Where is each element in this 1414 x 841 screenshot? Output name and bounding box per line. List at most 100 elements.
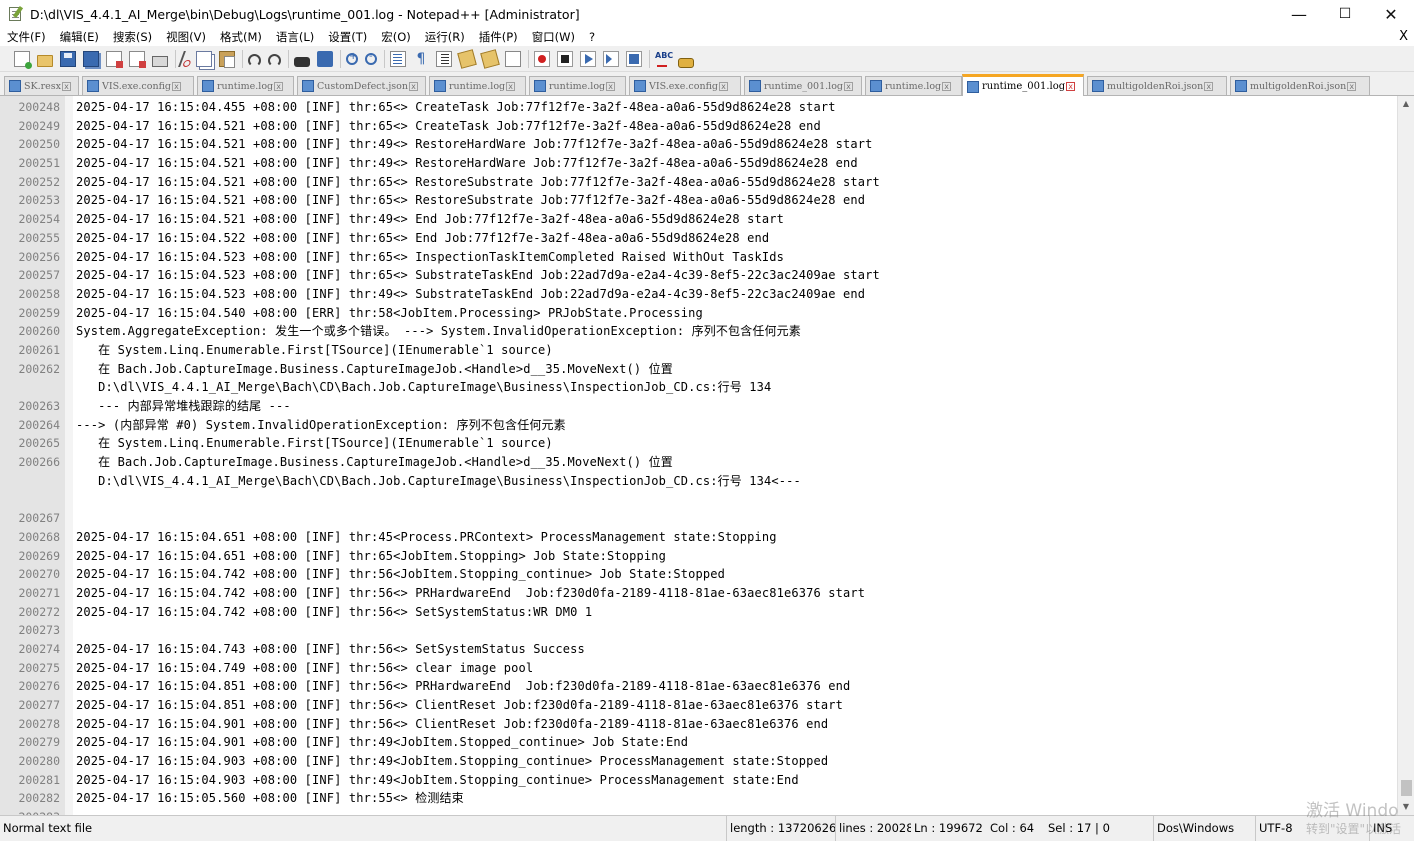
code-line[interactable]: 200248 2025-04-17 16:15:04.455 +08:00 [IN… <box>0 98 1396 117</box>
code-line[interactable]: 200263 --- 内部异常堆栈跟踪的结尾 --- <box>0 397 1396 416</box>
menu-macro[interactable]: 宏(O) <box>374 29 418 45</box>
code-line[interactable]: 200278 2025-04-17 16:15:04.901 +08:00 [IN… <box>0 715 1396 734</box>
code-line[interactable]: 200257 2025-04-17 16:15:04.523 +08:00 [IN… <box>0 266 1396 285</box>
line-text[interactable]: D:\dl\VIS_4.4.1_AI_Merge\Bach\CD\Bach.Jo… <box>76 378 771 397</box>
tab-customdefect-json[interactable]: CustomDefect.json x <box>297 76 426 95</box>
line-text[interactable]: 2025-04-17 16:15:04.651 +08:00 [INF] thr… <box>76 528 777 547</box>
code-line[interactable]: 200268 2025-04-17 16:15:04.651 +08:00 [IN… <box>0 528 1396 547</box>
code-line[interactable]: 200260 System.AggregateException: 发生一个或多个… <box>0 322 1396 341</box>
tab-vis-exe-config[interactable]: VIS.exe.config x <box>82 76 194 95</box>
code-line[interactable]: 200249 2025-04-17 16:15:04.521 +08:00 [IN… <box>0 117 1396 136</box>
line-text[interactable]: 2025-04-17 16:15:04.651 +08:00 [INF] thr… <box>76 547 666 566</box>
line-text[interactable]: 2025-04-17 16:15:04.901 +08:00 [INF] thr… <box>76 733 688 752</box>
status-eol[interactable]: Dos\Windows <box>1153 816 1255 841</box>
menu-view[interactable]: 视图(V) <box>159 29 213 45</box>
line-text[interactable]: 2025-04-17 16:15:04.521 +08:00 [INF] thr… <box>76 210 784 229</box>
close-file-icon[interactable] <box>106 50 123 68</box>
line-text[interactable]: 2025-04-17 16:15:04.455 +08:00 [INF] thr… <box>76 98 836 117</box>
redo-icon[interactable] <box>268 54 281 67</box>
menu-settings[interactable]: 设置(T) <box>321 29 374 45</box>
copy-icon[interactable] <box>196 50 212 67</box>
run-macro-multiple-icon[interactable] <box>603 50 619 67</box>
code-line[interactable]: 200279 2025-04-17 16:15:04.901 +08:00 [IN… <box>0 733 1396 752</box>
code-line[interactable]: 200282 2025-04-17 16:15:05.560 +08:00 [IN… <box>0 789 1396 808</box>
line-text[interactable]: 2025-04-17 16:15:04.749 +08:00 [INF] thr… <box>76 659 533 678</box>
editor[interactable]: 200248 2025-04-17 16:15:04.455 +08:00 [IN… <box>0 96 1414 815</box>
code-line[interactable]: 200274 2025-04-17 16:15:04.743 +08:00 [IN… <box>0 640 1396 659</box>
tab-close-icon[interactable]: x <box>1066 82 1076 91</box>
menu-format[interactable]: 格式(M) <box>213 29 269 45</box>
code-line[interactable]: 200276 2025-04-17 16:15:04.851 +08:00 [IN… <box>0 677 1396 696</box>
tab-runtime-log[interactable]: runtime.log x <box>197 76 294 95</box>
tab-close-icon[interactable]: x <box>606 81 616 91</box>
zoom-in-icon[interactable] <box>346 51 358 65</box>
plugin-icon[interactable] <box>678 57 694 68</box>
line-text[interactable]: 2025-04-17 16:15:04.742 +08:00 [INF] thr… <box>76 603 592 622</box>
folder-as-workspace-icon[interactable] <box>505 50 521 67</box>
menu-help[interactable]: ? <box>582 30 602 44</box>
code-line[interactable]: 200256 2025-04-17 16:15:04.523 +08:00 [IN… <box>0 248 1396 267</box>
line-text[interactable]: 2025-04-17 16:15:04.523 +08:00 [INF] thr… <box>76 248 784 267</box>
menu-edit[interactable]: 编辑(E) <box>53 29 106 45</box>
line-text[interactable]: D:\dl\VIS_4.4.1_AI_Merge\Bach\CD\Bach.Jo… <box>76 472 801 491</box>
tab-close-icon[interactable]: x <box>409 81 419 91</box>
code-line[interactable]: 200258 2025-04-17 16:15:04.523 +08:00 [IN… <box>0 285 1396 304</box>
maximize-button[interactable]: ☐ <box>1322 0 1368 28</box>
tab-close-icon[interactable]: x <box>719 81 729 91</box>
tab-runtime-001-log-active[interactable]: runtime_001.log x <box>962 74 1084 96</box>
tab-close-icon[interactable]: x <box>1204 81 1214 91</box>
cut-icon[interactable] <box>178 50 192 67</box>
code-line[interactable]: 200280 2025-04-17 16:15:04.903 +08:00 [IN… <box>0 752 1396 771</box>
undo-icon[interactable] <box>248 54 261 67</box>
code-line[interactable]: 200255 2025-04-17 16:15:04.522 +08:00 [IN… <box>0 229 1396 248</box>
play-macro-icon[interactable] <box>580 50 596 67</box>
line-text[interactable]: 2025-04-17 16:15:04.851 +08:00 [INF] thr… <box>76 677 850 696</box>
line-text[interactable]: 在 System.Linq.Enumerable.First[TSource](… <box>76 434 553 453</box>
scroll-down-icon[interactable]: ▼ <box>1398 799 1414 815</box>
tab-runtime-log[interactable]: runtime.log x <box>865 76 962 95</box>
tab-vis-exe-config[interactable]: VIS.exe.config x <box>629 76 741 95</box>
language-tag-icon[interactable] <box>457 48 477 69</box>
line-text[interactable]: 2025-04-17 16:15:04.521 +08:00 [INF] thr… <box>76 173 880 192</box>
code-line[interactable]: 200269 2025-04-17 16:15:04.651 +08:00 [IN… <box>0 547 1396 566</box>
tab-close-icon[interactable]: x <box>506 81 516 91</box>
tab-runtime-log[interactable]: runtime.log x <box>529 76 626 95</box>
line-text[interactable]: 2025-04-17 16:15:04.522 +08:00 [INF] thr… <box>76 229 769 248</box>
code-line[interactable]: 200254 2025-04-17 16:15:04.521 +08:00 [IN… <box>0 210 1396 229</box>
paste-icon[interactable] <box>219 50 235 68</box>
line-text[interactable]: System.AggregateException: 发生一个或多个错误。 --… <box>76 322 801 341</box>
record-macro-icon[interactable] <box>534 50 550 67</box>
code-line[interactable]: 200251 2025-04-17 16:15:04.521 +08:00 [IN… <box>0 154 1396 173</box>
minimize-button[interactable]: — <box>1276 0 1322 28</box>
code-line[interactable]: D:\dl\VIS_4.4.1_AI_Merge\Bach\CD\Bach.Jo… <box>0 378 1396 397</box>
scroll-up-icon[interactable]: ▲ <box>1398 96 1414 112</box>
save-icon[interactable] <box>60 50 76 67</box>
code-line[interactable]: 200270 2025-04-17 16:15:04.742 +08:00 [IN… <box>0 565 1396 584</box>
menu-plugins[interactable]: 插件(P) <box>472 29 525 45</box>
line-text[interactable]: 2025-04-17 16:15:04.521 +08:00 [INF] thr… <box>76 135 872 154</box>
tab-close-icon[interactable]: x <box>62 81 72 91</box>
close-document-button[interactable]: X <box>1399 28 1408 46</box>
find-icon[interactable] <box>294 56 310 67</box>
line-text[interactable]: 2025-04-17 16:15:04.540 +08:00 [ERR] thr… <box>76 304 703 323</box>
line-text[interactable]: 2025-04-17 16:15:04.521 +08:00 [INF] thr… <box>76 191 865 210</box>
close-button[interactable]: ✕ <box>1368 0 1414 28</box>
spell-check-icon[interactable]: ABC <box>655 51 673 67</box>
code-line[interactable]: 200266 在 Bach.Job.CaptureImage.Business.… <box>0 453 1396 472</box>
code-line[interactable]: 200265 在 System.Linq.Enumerable.First[TS… <box>0 434 1396 453</box>
open-file-icon[interactable] <box>37 54 53 67</box>
code-line[interactable]: 200252 2025-04-17 16:15:04.521 +08:00 [IN… <box>0 173 1396 192</box>
code-line[interactable]: 200272 2025-04-17 16:15:04.742 +08:00 [IN… <box>0 603 1396 622</box>
print-icon[interactable] <box>152 56 168 67</box>
line-text[interactable]: 2025-04-17 16:15:04.742 +08:00 [INF] thr… <box>76 584 865 603</box>
code-line[interactable]: 200253 2025-04-17 16:15:04.521 +08:00 [IN… <box>0 191 1396 210</box>
code-line[interactable]: 200275 2025-04-17 16:15:04.749 +08:00 [IN… <box>0 659 1396 678</box>
code-line[interactable]: 200259 2025-04-17 16:15:04.540 +08:00 [ER… <box>0 304 1396 323</box>
line-text[interactable]: 2025-04-17 16:15:04.743 +08:00 [INF] thr… <box>76 640 585 659</box>
tab-runtime-001-log[interactable]: runtime_001.log x <box>744 76 862 95</box>
save-macro-icon[interactable] <box>626 50 642 67</box>
code-line[interactable] <box>0 490 1396 509</box>
close-all-icon[interactable] <box>129 50 146 68</box>
indent-guide-icon[interactable] <box>436 50 452 67</box>
replace-icon[interactable] <box>317 50 333 67</box>
